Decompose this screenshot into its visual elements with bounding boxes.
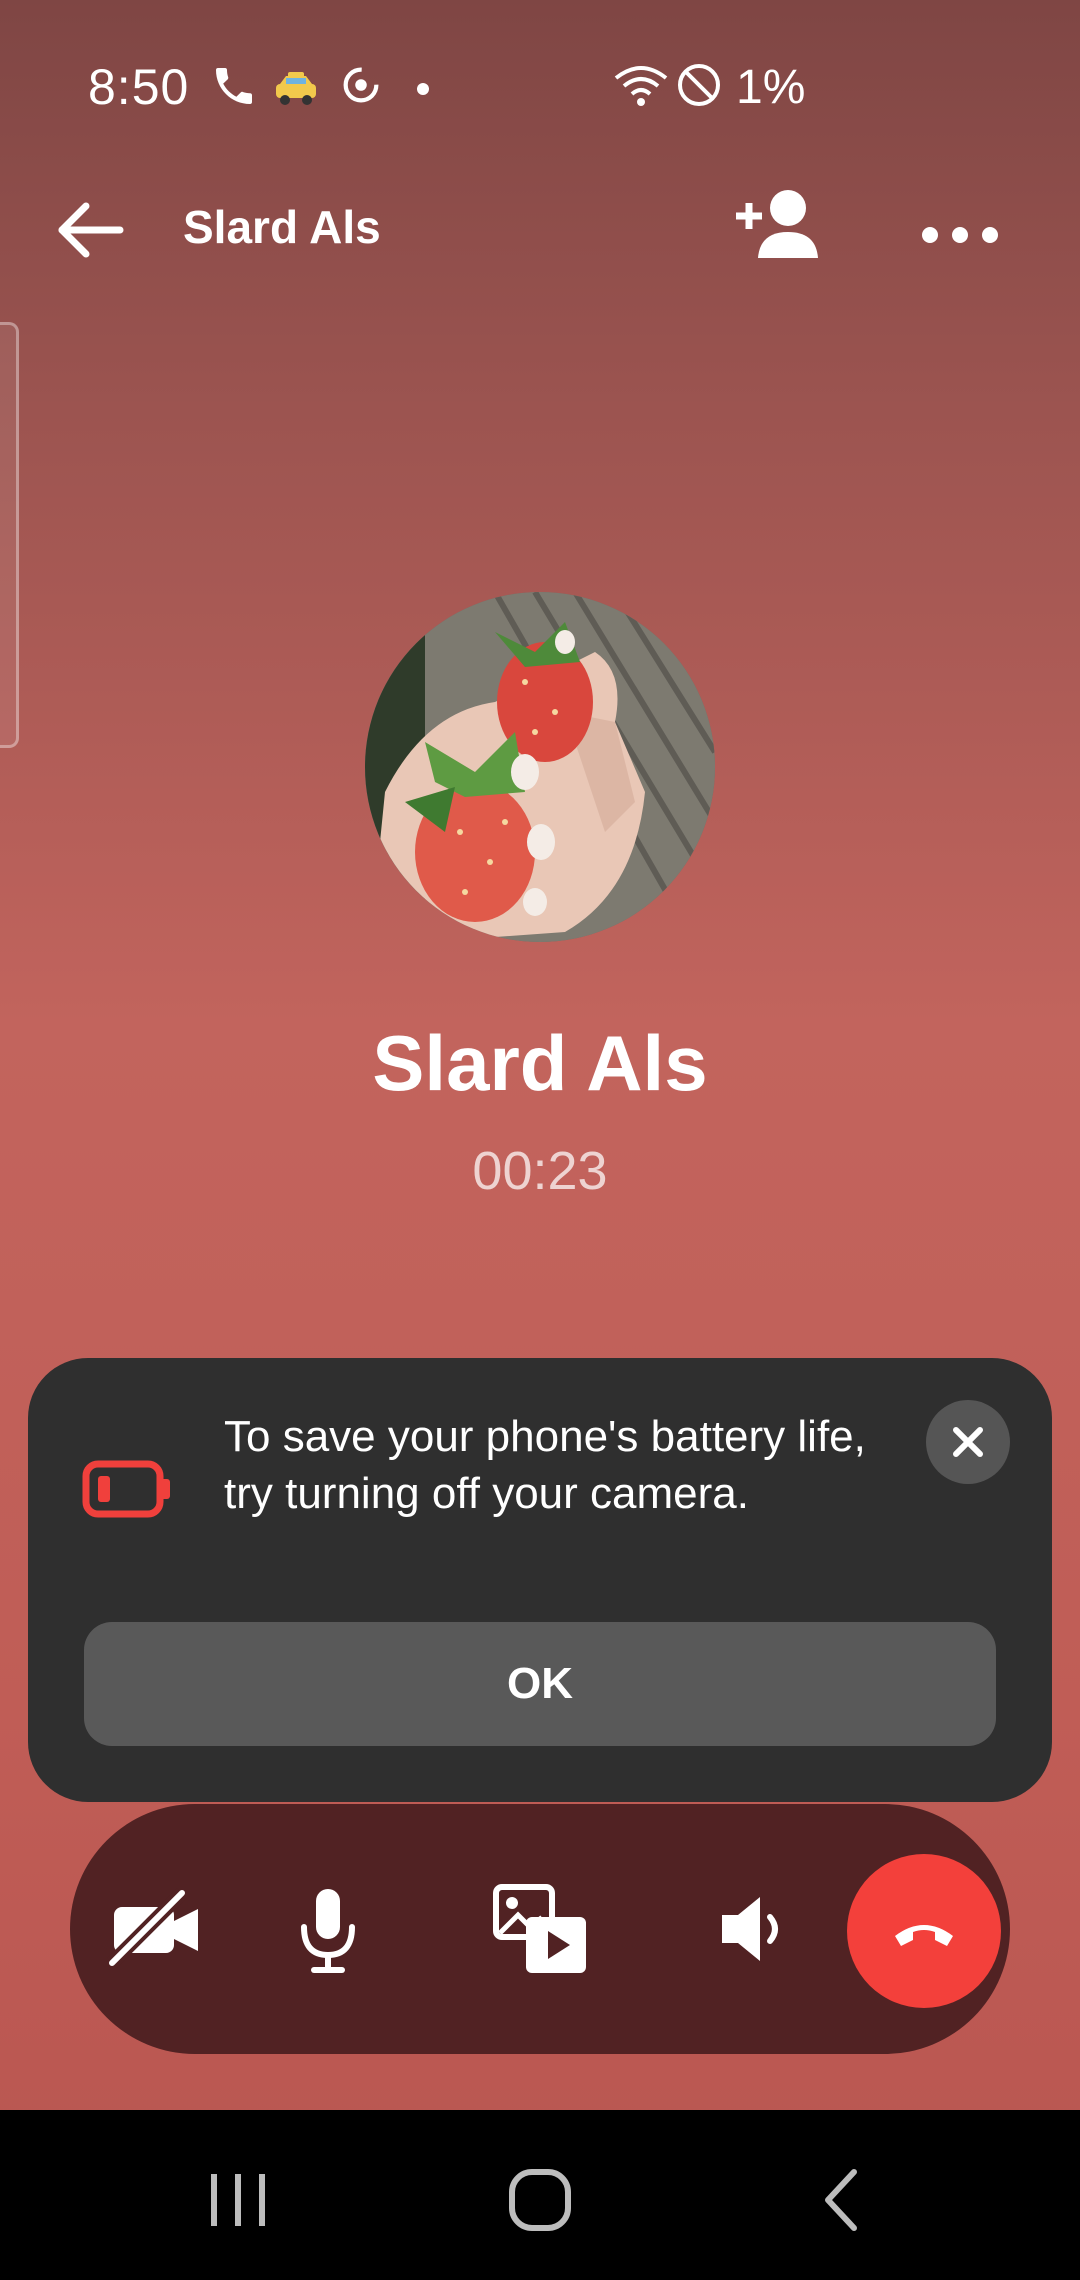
microphone-button[interactable] [258,1859,398,1999]
dot-icon [416,82,430,96]
avatar [365,592,715,942]
camera-toggle-button[interactable] [86,1859,226,1999]
call-timer: 00:23 [472,1141,608,1201]
close-icon [953,1427,983,1457]
more-button[interactable] [915,190,1005,260]
battery-tip-card: To save your phone's battery life, try t… [28,1358,1052,1802]
status-bar: 8:50 1% [0,0,1080,180]
media-share-icon [493,1884,586,1973]
back-icon [825,2169,857,2231]
edge-panel-handle[interactable] [0,322,19,748]
wifi-icon [612,62,670,108]
microphone-icon [301,1889,355,1973]
system-nav-bar [0,2110,1080,2280]
nav-back-button[interactable] [792,2150,892,2250]
recent-apps-icon [211,2174,265,2226]
low-battery-icon [82,1458,174,1520]
back-button[interactable] [50,190,130,270]
add-person-icon [736,190,818,258]
home-button[interactable] [490,2150,590,2250]
status-time: 8:50 [88,59,190,115]
strawberries-photo [365,592,715,942]
phone-icon [210,62,258,110]
home-icon [509,2169,571,2231]
end-call-button[interactable] [847,1854,1001,2008]
speaker-icon [722,1897,778,1961]
call-screen: 8:50 1% Slard Als Slard Als 00:23 To sav… [0,0,1080,2280]
close-tip-button[interactable] [926,1400,1010,1484]
recent-apps-button[interactable] [188,2150,288,2250]
call-controls [70,1804,1010,2054]
taxi-icon [272,70,320,110]
battery-percent: 1% [736,61,806,114]
back-arrow-icon [58,202,124,258]
end-call-icon [895,1925,953,1946]
header-title: Slard Als [183,201,381,253]
do-not-disturb-icon [676,62,722,108]
sync-icon [338,62,384,108]
caller-name: Slard Als [372,1019,708,1107]
tip-message: To save your phone's battery life, try t… [224,1412,866,1518]
add-person-button[interactable] [728,180,828,270]
speaker-button[interactable] [682,1859,822,1999]
camera-off-icon [107,1888,198,1968]
more-icon [922,227,998,243]
ok-button[interactable]: OK [84,1622,996,1746]
call-header: Slard Als [0,180,1080,270]
media-share-button[interactable] [470,1859,610,1999]
